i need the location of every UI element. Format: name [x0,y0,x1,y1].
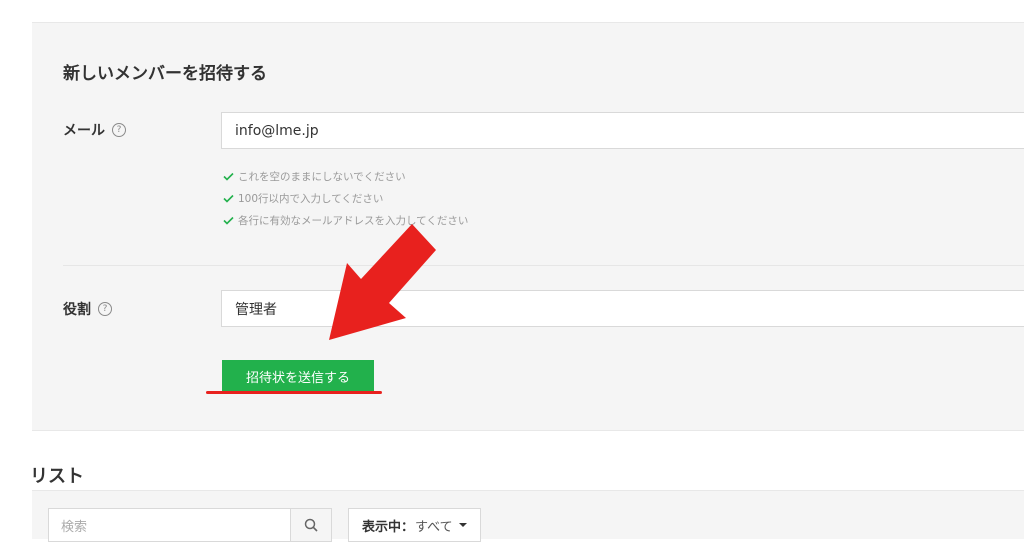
caret-down-icon [458,523,467,527]
display-filter-dropdown[interactable]: 表示中： すべて [348,508,481,542]
list-toolbar: 検索 表示中： すべて [32,490,1024,542]
search-button[interactable] [290,508,332,542]
filter-label: 表示中： [362,519,415,535]
search-icon [304,518,318,532]
list-title: リスト [30,466,84,487]
annotation-arrow-icon [329,224,436,340]
search-input[interactable]: 検索 [48,508,291,542]
filter-value: すべて [415,519,453,535]
